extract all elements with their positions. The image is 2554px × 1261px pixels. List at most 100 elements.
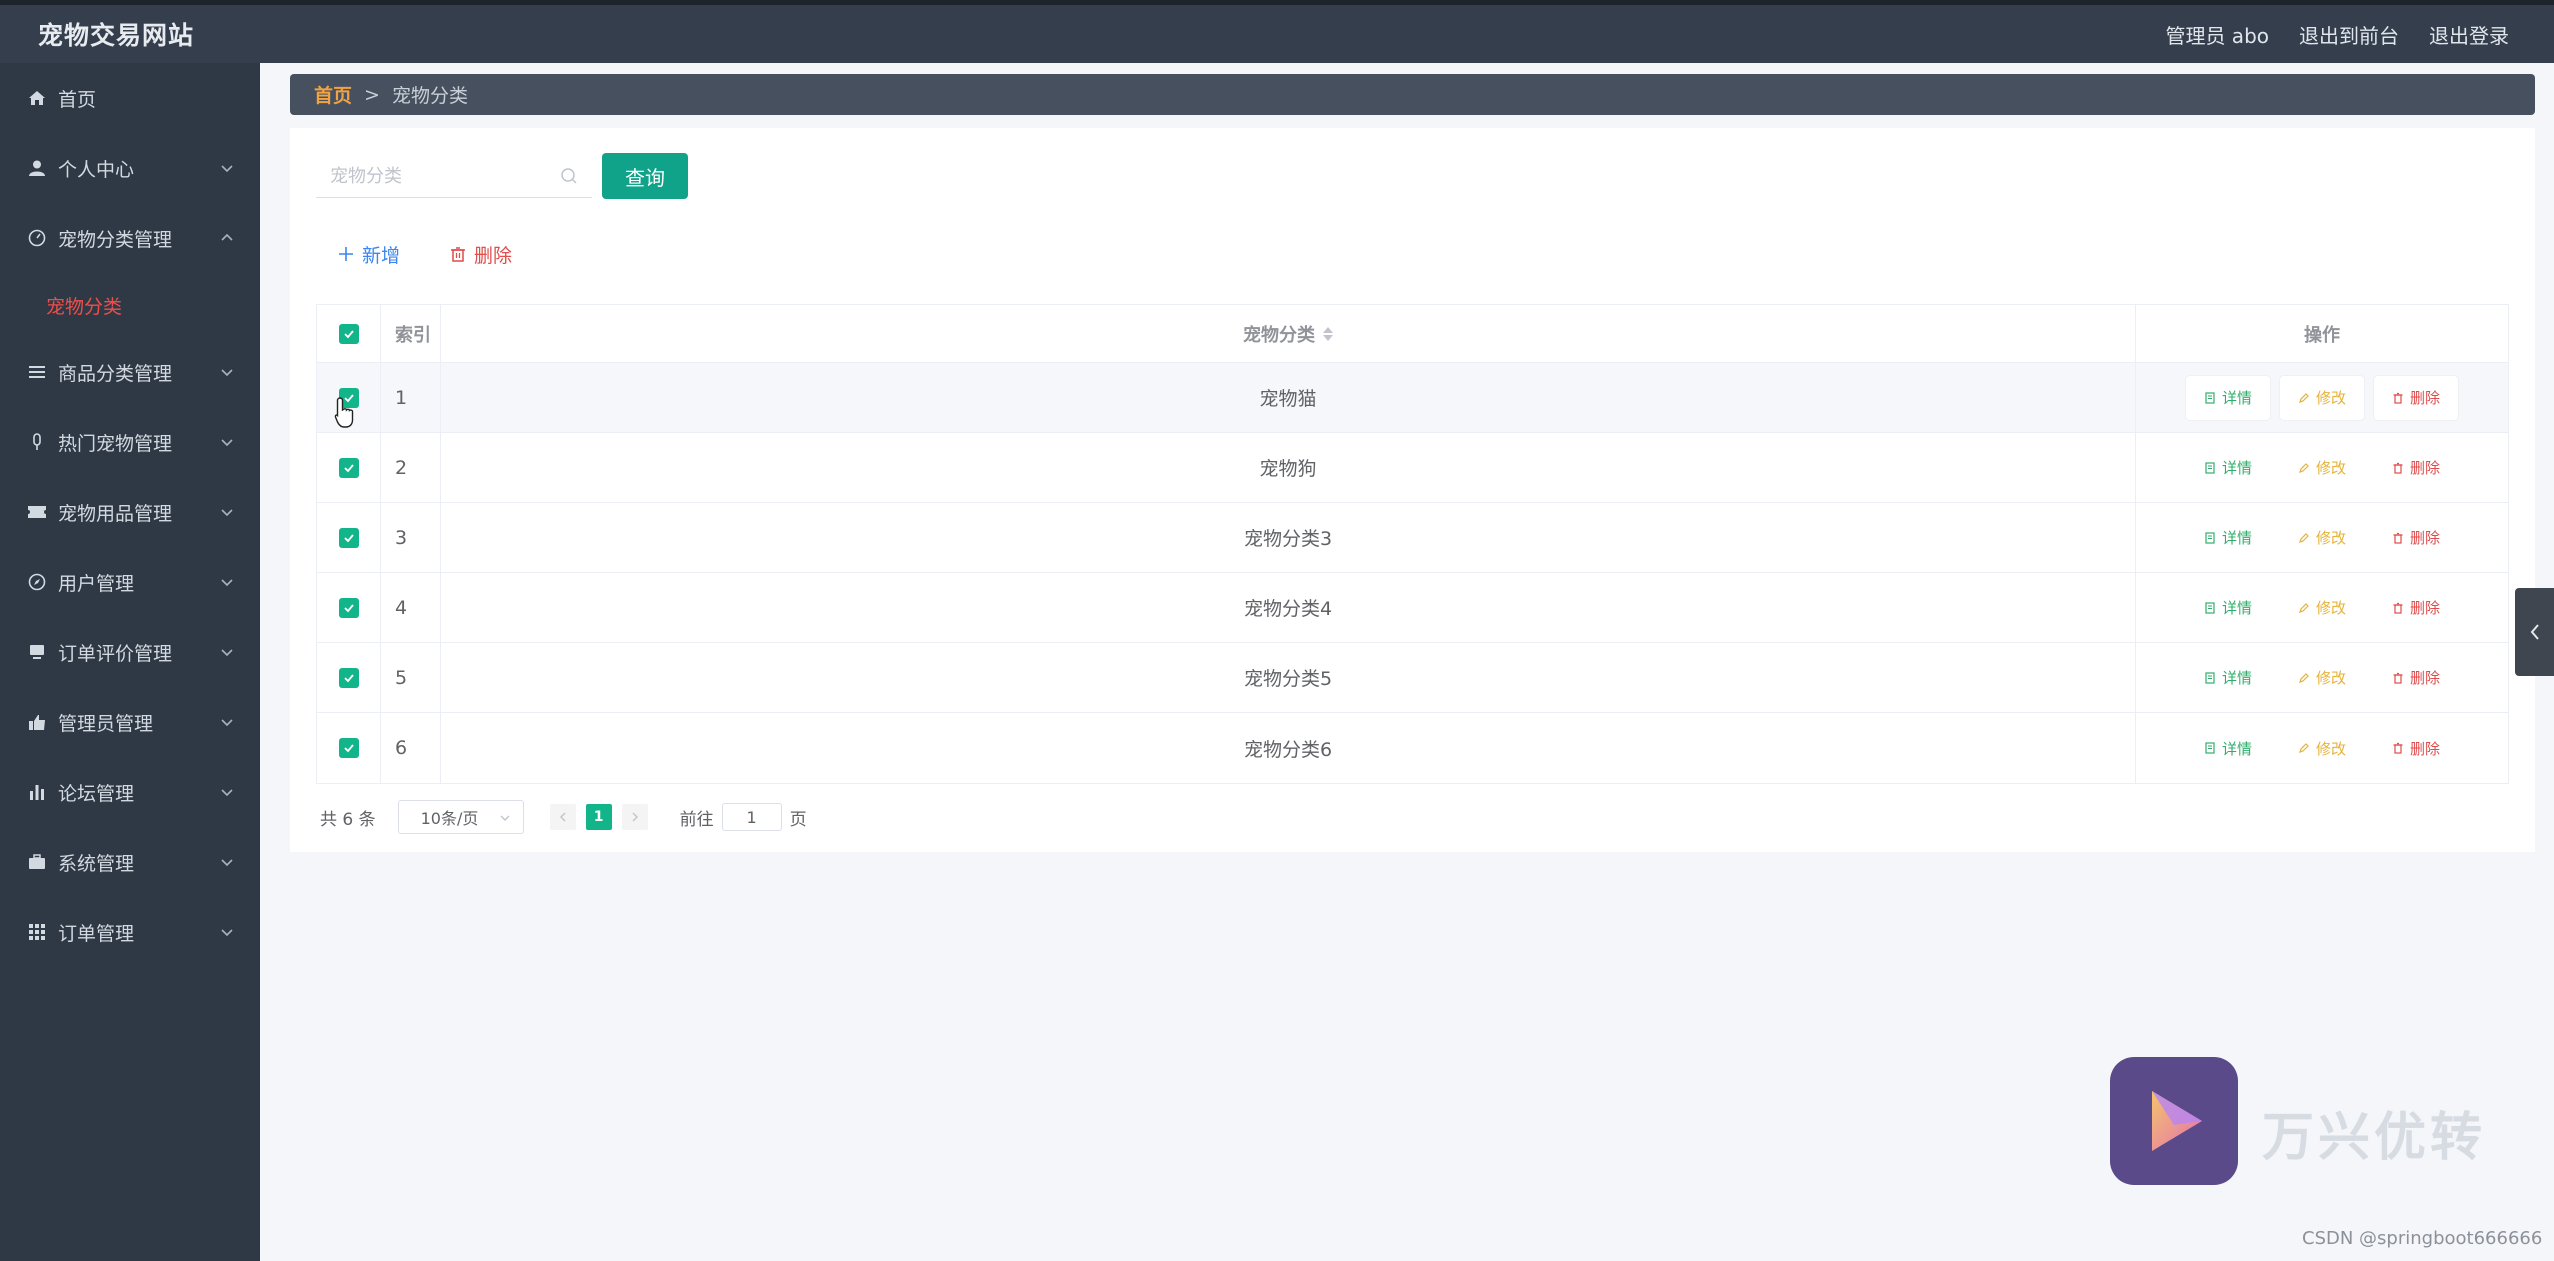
prev-page-button[interactable]: [549, 804, 576, 830]
page-suffix: 页: [789, 809, 807, 830]
goto-page-input[interactable]: [721, 803, 782, 831]
row-check-cell: [317, 433, 381, 502]
sort-icon[interactable]: [1323, 326, 1333, 341]
detail-label: 详情: [2221, 599, 2252, 617]
edit-button[interactable]: 修改: [2280, 656, 2364, 700]
sidebar-item-order-mgmt[interactable]: 订单管理: [0, 897, 260, 967]
header-links: 管理员 abo 退出到前台 退出登录: [2165, 20, 2509, 49]
row-ops: 详情 修改 删除: [2136, 573, 2508, 642]
delete-button[interactable]: 删除: [2374, 726, 2458, 770]
pet-category-table: 索引 宠物分类 操作 1 宠物猫 详情 修改 删除 2 宠物狗 详情 修改 删除 3 宠物分类3 详情修…: [316, 304, 2509, 784]
page-number-current[interactable]: 1: [585, 804, 612, 830]
detail-button[interactable]: 详情: [2186, 726, 2270, 770]
chevron-right-icon: [632, 812, 638, 822]
chevron-down-icon: [221, 859, 233, 867]
detail-button[interactable]: 详情: [2186, 656, 2270, 700]
grid-icon: [26, 922, 48, 942]
detail-button[interactable]: 详情: [2185, 375, 2270, 420]
sidebar-item-label: 宠物分类管理: [58, 228, 173, 251]
logout-link[interactable]: 退出登录: [2429, 20, 2509, 49]
detail-button[interactable]: 详情: [2186, 516, 2270, 560]
main-panel: 查询 新增 删除 索引 宠物分类 操作 1宠物猫详情修改删除2宠物狗详情修改删除…: [290, 128, 2535, 852]
detail-button[interactable]: 详情: [2186, 446, 2270, 490]
row-pet-category: 宠物猫: [441, 363, 2136, 432]
trash-icon: [2393, 602, 2403, 614]
trash-icon: [2393, 742, 2403, 754]
bar-chart-icon: [26, 782, 48, 802]
row-ops: 详情 修改 删除: [2136, 643, 2508, 712]
row-checkbox[interactable]: [338, 527, 359, 548]
sidebar-item-pet-supplies-mgmt[interactable]: 宠物用品管理: [0, 477, 260, 547]
row-pet-category: 宠物分类4: [441, 573, 2136, 642]
sidebar-item-personal-center[interactable]: 个人中心: [0, 133, 260, 203]
site-title: 宠物交易网站: [38, 21, 195, 50]
edit-button[interactable]: 修改: [2280, 446, 2364, 490]
row-index: 6: [381, 713, 441, 783]
row-checkbox[interactable]: [338, 457, 359, 478]
row-checkbox[interactable]: [338, 597, 359, 618]
sidebar-item-home[interactable]: 首页: [0, 63, 260, 133]
edit-button[interactable]: 修改: [2280, 586, 2364, 630]
row-ops: 详情 修改 删除: [2136, 363, 2508, 432]
header-pet-category-label: 宠物分类: [1243, 324, 1315, 346]
trash-icon: [2393, 462, 2403, 474]
pencil-icon: [2299, 743, 2309, 753]
query-button[interactable]: 查询: [602, 153, 688, 199]
sidebar-item-label: 订单评价管理: [58, 642, 173, 665]
edit-button[interactable]: 修改: [2279, 375, 2364, 420]
ticket-icon: [26, 502, 48, 522]
sidebar-item-admin-mgmt[interactable]: 管理员管理: [0, 687, 260, 757]
delete-label: 删除: [2410, 669, 2441, 687]
row-pet-category: 宠物分类3: [441, 503, 2136, 572]
page-size-value: 10条/页: [420, 809, 479, 828]
sidebar-item-pet-category-mgmt[interactable]: 宠物分类管理: [0, 203, 260, 273]
row-index: 2: [381, 433, 441, 502]
chevron-down-icon: [221, 165, 233, 173]
user-icon: [26, 158, 48, 178]
batch-delete-button[interactable]: 删除: [450, 236, 512, 272]
delete-button[interactable]: 删除: [2374, 446, 2458, 490]
sidebar-item-label: 商品分类管理: [58, 362, 173, 385]
chevron-down-icon: [221, 649, 233, 657]
batch-delete-label: 删除: [474, 244, 513, 267]
trash-icon: [2393, 672, 2403, 684]
search-input[interactable]: [316, 156, 592, 198]
sidebar-item-forum-mgmt[interactable]: 论坛管理: [0, 757, 260, 827]
sidebar-item-system-mgmt[interactable]: 系统管理: [0, 827, 260, 897]
next-page-button[interactable]: [621, 804, 648, 830]
edit-button[interactable]: 修改: [2280, 516, 2364, 560]
sidebar-item-product-category-mgmt[interactable]: 商品分类管理: [0, 337, 260, 407]
detail-label: 详情: [2221, 459, 2252, 477]
row-check-cell: [317, 503, 381, 572]
row-checkbox[interactable]: [338, 667, 359, 688]
sidebar-item-user-mgmt[interactable]: 用户管理: [0, 547, 260, 617]
edit-label: 修改: [2315, 389, 2346, 407]
row-index: 1: [381, 363, 441, 432]
mic-icon: [26, 432, 48, 452]
exit-to-frontend-link[interactable]: 退出到前台: [2299, 20, 2399, 49]
page-size-select[interactable]: 10条/页: [397, 800, 524, 834]
top-bar: 宠物交易网站 管理员 abo 退出到前台 退出登录: [0, 0, 2554, 63]
sidebar-item-order-review-mgmt[interactable]: 订单评价管理: [0, 617, 260, 687]
delete-button[interactable]: 删除: [2374, 375, 2459, 420]
edit-button[interactable]: 修改: [2280, 726, 2364, 770]
delete-button[interactable]: 删除: [2374, 586, 2458, 630]
sidebar-item-label: 热门宠物管理: [58, 432, 173, 455]
row-checkbox[interactable]: [338, 738, 359, 758]
edit-label: 修改: [2315, 529, 2346, 547]
add-button[interactable]: 新增: [338, 236, 400, 272]
sidebar-item-hot-pet-mgmt[interactable]: 热门宠物管理: [0, 407, 260, 477]
briefcase-icon: [26, 852, 48, 872]
side-collapse-tab[interactable]: [2515, 588, 2554, 676]
delete-button[interactable]: 删除: [2374, 656, 2458, 700]
admin-user-link[interactable]: 管理员 abo: [2165, 20, 2269, 49]
delete-button[interactable]: 删除: [2374, 516, 2458, 560]
row-index: 5: [381, 643, 441, 712]
select-all-checkbox[interactable]: [338, 323, 359, 344]
header-pet-category[interactable]: 宠物分类: [441, 305, 2136, 362]
detail-button[interactable]: 详情: [2186, 586, 2270, 630]
header-ops: 操作: [2304, 324, 2340, 346]
monitor-icon: [26, 642, 48, 662]
breadcrumb-home[interactable]: 首页: [314, 81, 352, 108]
sidebar-subitem-pet-category[interactable]: 宠物分类: [0, 273, 260, 337]
